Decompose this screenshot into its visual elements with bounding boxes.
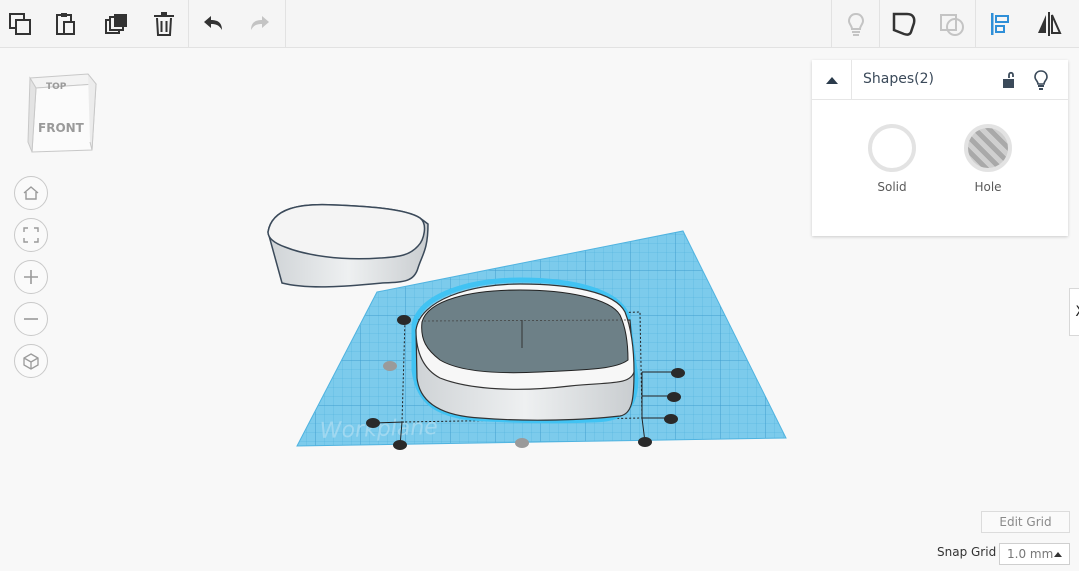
height-handle[interactable] [664,414,678,424]
solid-swatch [868,124,916,172]
unlock-icon [1003,71,1014,88]
align-button[interactable] [981,4,1021,44]
resize-handle[interactable] [515,438,529,448]
ungroup-button[interactable] [932,4,972,44]
group-tools [880,0,976,47]
snap-grid-value: 1.0 mm [1007,547,1054,561]
shape-inspector-panel: Shapes(2) Solid Hole [812,60,1068,236]
copy-button[interactable] [0,4,40,44]
paste-icon [56,13,75,35]
undo-icon [204,16,222,30]
mirror-icon [1038,12,1062,36]
trash-icon [154,12,174,36]
floating-shape[interactable] [267,203,429,288]
caret-up-icon [1054,552,1062,557]
lock-button[interactable] [998,68,1020,92]
perspective-icon [23,353,39,370]
panel-light-button[interactable] [1030,68,1052,92]
home-icon [23,186,39,200]
note-group [831,0,880,47]
fit-view-button[interactable] [14,218,48,252]
snap-grid-label: Snap Grid [937,545,997,559]
hole-option[interactable]: Hole [948,124,1028,194]
edit-tools-group [0,0,189,47]
edit-grid-button[interactable]: Edit Grid [981,511,1070,533]
arrange-tools [976,0,1079,47]
mirror-button[interactable] [1029,4,1069,44]
resize-handle[interactable] [397,315,411,325]
solid-label: Solid [877,180,907,194]
side-panel-tab[interactable]: X [1069,288,1079,336]
height-handle[interactable] [671,368,685,378]
delete-button[interactable] [144,4,184,44]
view-cube-top-label: TOP [46,82,67,92]
duplicate-icon [105,14,127,34]
duplicate-button[interactable] [96,4,136,44]
redo-icon [251,16,269,30]
undo-button[interactable] [193,4,233,44]
zoom-out-button[interactable] [14,302,48,336]
paste-button[interactable] [46,4,86,44]
caret-up-icon [825,77,838,84]
align-icon [991,13,1009,35]
selected-shape[interactable] [411,277,639,424]
fit-view-icon [23,227,39,243]
view-cube-front-label: FRONT [38,121,84,135]
home-view-button[interactable] [14,176,48,210]
group-icon [892,12,916,36]
lightbulb-icon [1034,70,1048,90]
resize-handle[interactable] [383,361,397,371]
hole-swatch [964,124,1012,172]
group-button[interactable] [884,4,924,44]
side-tab-label: X [1075,304,1079,320]
hole-label: Hole [974,180,1002,194]
snap-grid-select[interactable]: 1.0 mm [999,543,1070,565]
resize-handle[interactable] [366,418,380,428]
zoom-in-button[interactable] [14,260,48,294]
redo-button[interactable] [240,4,280,44]
minus-icon [24,318,38,320]
plus-icon [24,270,38,284]
note-button[interactable] [836,4,876,44]
perspective-toggle-button[interactable] [14,344,48,378]
main-toolbar [0,0,1079,48]
lightbulb-icon [847,12,865,36]
panel-title: Shapes(2) [863,71,934,87]
history-group [189,0,286,47]
panel-header: Shapes(2) [812,60,1068,100]
solid-option[interactable]: Solid [852,124,932,194]
panel-collapse-button[interactable] [812,60,852,100]
copy-icon [9,13,31,35]
ungroup-icon [940,14,964,36]
resize-handle[interactable] [393,440,407,450]
view-cube[interactable]: TOP FRONT [22,72,102,158]
height-handle[interactable] [667,392,681,402]
resize-handle[interactable] [638,437,652,447]
